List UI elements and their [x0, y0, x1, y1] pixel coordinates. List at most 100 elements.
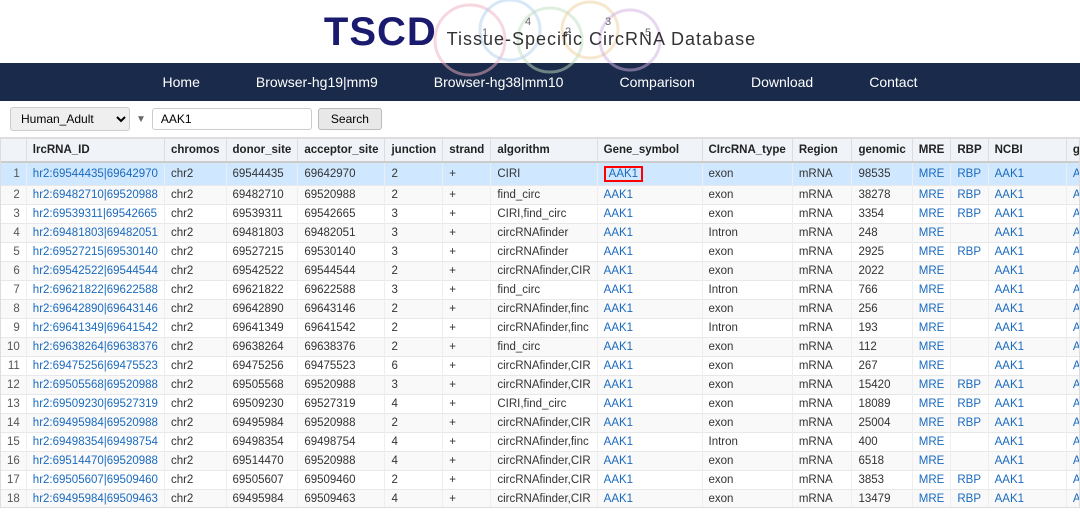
col-donor-site: donor_site	[226, 139, 298, 162]
data-cell: mRNA	[792, 262, 852, 281]
ncbi-cell: AAK1	[988, 262, 1066, 281]
genecards-cell: AAK1	[1066, 162, 1080, 186]
table-row: 10hr2:69638264|69638376chr26963826469638…	[1, 338, 1080, 357]
data-cell: 69514470	[226, 452, 298, 471]
navbar: Home Browser-hg19|mm9 Browser-hg38|mm10 …	[0, 63, 1080, 101]
rbp-cell: RBP	[951, 395, 988, 414]
row-number: 7	[1, 281, 26, 300]
data-cell	[951, 452, 988, 471]
data-cell: +	[443, 357, 491, 376]
data-cell: exon	[702, 395, 792, 414]
table-row: 9hr2:69641349|69641542chr269641349696415…	[1, 319, 1080, 338]
rbp-cell: RBP	[951, 186, 988, 205]
nav-contact[interactable]: Contact	[841, 63, 945, 101]
data-cell: circRNAfinder	[491, 243, 597, 262]
genecards-cell: AAK1	[1066, 319, 1080, 338]
lrcrna-id-cell: hr2:69495984|69509463	[26, 490, 164, 509]
data-cell: chr2	[164, 186, 226, 205]
nav-home[interactable]: Home	[135, 63, 228, 101]
table-header-row: lrcRNA_ID chromos donor_site acceptor_si…	[1, 139, 1080, 162]
nav-download[interactable]: Download	[723, 63, 841, 101]
data-cell: 3	[385, 205, 443, 224]
data-cell: exon	[702, 186, 792, 205]
data-cell: 69475523	[298, 357, 385, 376]
data-cell: mRNA	[792, 490, 852, 509]
data-cell: +	[443, 471, 491, 490]
data-cell: +	[443, 224, 491, 243]
ncbi-cell: AAK1	[988, 162, 1066, 186]
genecards-cell: AAK1	[1066, 433, 1080, 452]
data-cell: +	[443, 395, 491, 414]
data-cell: 69520988	[298, 376, 385, 395]
search-input[interactable]	[152, 108, 312, 130]
gene-symbol-cell: AAK1	[597, 338, 702, 357]
table-row: 18hr2:69495984|69509463chr26949598469509…	[1, 490, 1080, 509]
data-cell: +	[443, 281, 491, 300]
data-cell	[951, 433, 988, 452]
ncbi-cell: AAK1	[988, 319, 1066, 338]
data-cell	[951, 281, 988, 300]
data-cell: +	[443, 162, 491, 186]
table-row: 1hr2:69544435|69642970chr269544435696429…	[1, 162, 1080, 186]
data-cell: exon	[702, 262, 792, 281]
data-cell: chr2	[164, 490, 226, 509]
row-number: 12	[1, 376, 26, 395]
data-cell: chr2	[164, 471, 226, 490]
data-cell: chr2	[164, 376, 226, 395]
ncbi-cell: AAK1	[988, 433, 1066, 452]
data-cell: 69520988	[298, 414, 385, 433]
nav-browser-hg19[interactable]: Browser-hg19|mm9	[228, 63, 406, 101]
nav-browser-hg38[interactable]: Browser-hg38|mm10	[406, 63, 592, 101]
lrcrna-id-cell: hr2:69544435|69642970	[26, 162, 164, 186]
data-cell: 69542665	[298, 205, 385, 224]
ncbi-cell: AAK1	[988, 281, 1066, 300]
data-cell: 69495984	[226, 414, 298, 433]
data-cell: 69642970	[298, 162, 385, 186]
data-cell: 69509230	[226, 395, 298, 414]
nav-comparison[interactable]: Comparison	[591, 63, 722, 101]
lrcrna-id-cell: hr2:69642890|69643146	[26, 300, 164, 319]
mre-cell: MRE	[912, 281, 951, 300]
lrcrna-id-cell: hr2:69505607|69509460	[26, 471, 164, 490]
data-cell: chr2	[164, 433, 226, 452]
data-cell: chr2	[164, 224, 226, 243]
lrcrna-id-cell: hr2:69482710|69520988	[26, 186, 164, 205]
data-cell: +	[443, 376, 491, 395]
data-cell: mRNA	[792, 205, 852, 224]
row-number: 16	[1, 452, 26, 471]
data-cell: 69622588	[298, 281, 385, 300]
data-cell: 112	[852, 338, 912, 357]
data-cell: +	[443, 338, 491, 357]
lrcrna-id-cell: hr2:69539311|69542665	[26, 205, 164, 224]
col-gene-symbol: Gene_symbol	[597, 139, 702, 162]
data-cell: 69498754	[298, 433, 385, 452]
data-cell: 3	[385, 243, 443, 262]
genecards-cell: AAK1	[1066, 357, 1080, 376]
data-cell: 69482051	[298, 224, 385, 243]
genecards-cell: AAK1	[1066, 205, 1080, 224]
data-cell: 2	[385, 186, 443, 205]
col-genecards: genecards	[1066, 139, 1080, 162]
table-row: 6hr2:69542522|69544544chr269542522695445…	[1, 262, 1080, 281]
data-cell: exon	[702, 357, 792, 376]
col-mre: MRE	[912, 139, 951, 162]
search-bar: Human_AdultHuman_FetalMouse_AdultMouse_F…	[0, 101, 1080, 138]
genecards-cell: AAK1	[1066, 262, 1080, 281]
mre-cell: MRE	[912, 243, 951, 262]
data-cell: +	[443, 262, 491, 281]
search-button[interactable]: Search	[318, 108, 382, 130]
data-cell: circRNAfinder,CIR	[491, 376, 597, 395]
gene-symbol-cell: AAK1	[597, 186, 702, 205]
mre-cell: MRE	[912, 357, 951, 376]
mre-cell: MRE	[912, 395, 951, 414]
dropdown-chevron-icon: ▼	[136, 114, 146, 125]
data-cell: chr2	[164, 243, 226, 262]
data-cell: exon	[702, 414, 792, 433]
data-cell: 15420	[852, 376, 912, 395]
gene-symbol-cell: AAK1	[597, 319, 702, 338]
data-cell: 69482710	[226, 186, 298, 205]
gene-symbol-cell: AAK1	[597, 262, 702, 281]
species-select[interactable]: Human_AdultHuman_FetalMouse_AdultMouse_F…	[10, 107, 130, 131]
row-number: 3	[1, 205, 26, 224]
data-cell	[951, 300, 988, 319]
